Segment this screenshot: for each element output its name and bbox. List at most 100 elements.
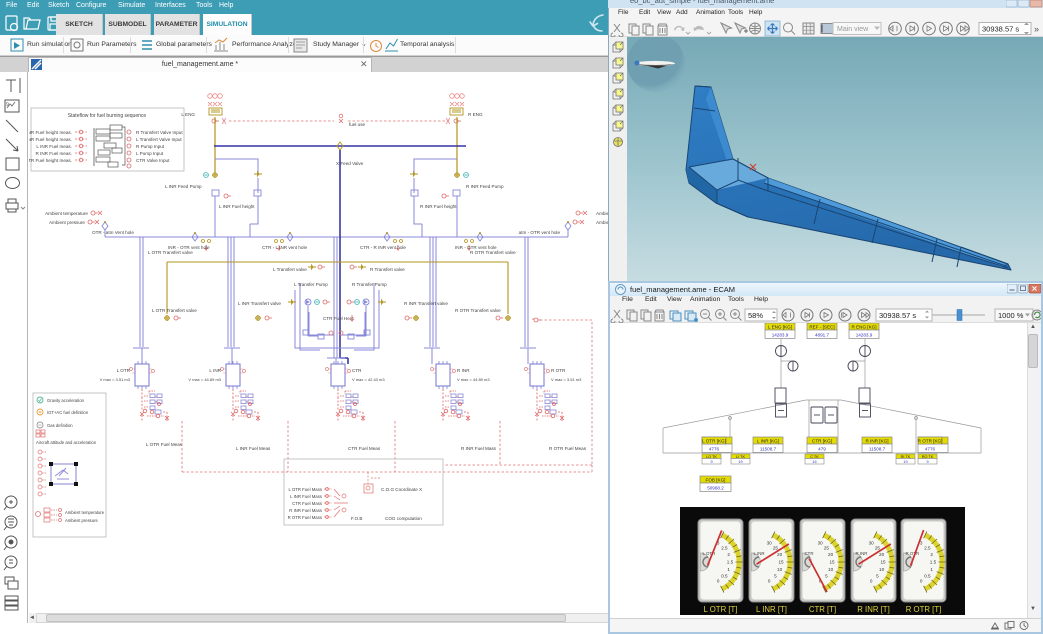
svg-text:9: 9 (926, 460, 928, 464)
svg-text:R INR Fuel height: R INR Fuel height (420, 204, 457, 209)
svg-text:30938.57 s: 30938.57 s (982, 25, 1019, 34)
svg-text:15: 15 (778, 560, 784, 565)
svg-text:CTR: CTR (352, 368, 362, 373)
svg-text:L INR [T]: L INR [T] (756, 605, 787, 614)
svg-text:Ambient pressure: Ambient pressure (49, 220, 85, 225)
svg-text:Main view: Main view (837, 26, 869, 33)
svg-text:11508.7: 11508.7 (869, 447, 886, 452)
svg-text:0.5: 0.5 (721, 574, 728, 579)
svg-text:R OTR Transfert valve: R OTR Transfert valve (455, 308, 501, 313)
svg-text:R INR: R INR (457, 368, 470, 373)
svg-text:10: 10 (777, 567, 783, 572)
svg-text:LO TK: LO TK (706, 455, 717, 459)
svg-text:R OTR Fuel Meas: R OTR Fuel Meas (549, 446, 587, 451)
svg-text:L INR Fuel Meas: L INR Fuel Meas (236, 446, 271, 451)
svg-text:L Transfert valve: L Transfert valve (273, 267, 307, 272)
svg-text:10: 10 (879, 567, 885, 572)
svg-text:RO TK: RO TK (922, 455, 934, 459)
svg-text:C.O.G Coordinate X: C.O.G Coordinate X (381, 487, 422, 492)
svg-text:11508.7: 11508.7 (760, 447, 777, 452)
svg-text:V max = 44.89 m3: V max = 44.89 m3 (188, 377, 221, 382)
svg-text:4776: 4776 (925, 447, 936, 452)
svg-text:L Transfer Pump: L Transfer Pump (294, 282, 328, 287)
svg-text:25: 25 (773, 545, 779, 550)
svg-text:FOB [KG]: FOB [KG] (706, 478, 726, 483)
svg-text:L INR Fuel meas.: L INR Fuel meas. (36, 144, 72, 149)
svg-text:16: 16 (812, 460, 816, 464)
svg-text:50968.2: 50968.2 (707, 486, 724, 491)
svg-text:C TK: C TK (810, 455, 819, 459)
svg-text:V max = 42.43 m3: V max = 42.43 m3 (352, 377, 385, 382)
svg-text:0: 0 (717, 578, 720, 583)
svg-text:Ambient temperature: Ambient temperature (65, 510, 105, 515)
svg-text:R INR Fuel height meas.: R INR Fuel height meas. (29, 137, 72, 142)
svg-text:R ENG: R ENG (468, 112, 483, 117)
svg-text:Ambient pressure: Ambient pressure (65, 518, 98, 523)
svg-text:R INR [KG]: R INR [KG] (866, 439, 889, 444)
svg-text:R Transfer Pump: R Transfer Pump (352, 282, 387, 287)
svg-text:4776: 4776 (709, 447, 720, 452)
svg-text:R OTR: R OTR (906, 551, 920, 556)
svg-text:479: 479 (818, 447, 826, 452)
svg-text:1: 1 (930, 567, 933, 572)
svg-text:CTR [KG]: CTR [KG] (812, 439, 832, 444)
svg-text:1.5: 1.5 (930, 560, 937, 565)
svg-text:REF - [SEC]: REF - [SEC] (809, 325, 834, 330)
svg-text:R INR Fuel Mass: R INR Fuel Mass (461, 446, 497, 451)
svg-text:L OTR Fuel Mass: L OTR Fuel Mass (288, 487, 322, 492)
svg-text:R OTR: R OTR (551, 368, 566, 373)
svg-text:CTR - R INR vent hole: CTR - R INR vent hole (360, 245, 406, 250)
svg-text:R Transfert Valve Input: R Transfert Valve Input (136, 130, 183, 135)
svg-text:R INR Transfert valve: R INR Transfert valve (404, 301, 448, 306)
svg-text:R INR Feed Pump: R INR Feed Pump (466, 184, 504, 189)
svg-text:30: 30 (767, 541, 773, 546)
svg-text:L INR Feed Pump: L INR Feed Pump (165, 184, 202, 189)
svg-text:Stateflow for fuel burning seq: Stateflow for fuel burning sequence (68, 113, 147, 119)
svg-text:CTR Fuel Meas: CTR Fuel Meas (348, 446, 381, 451)
svg-text:Aircraft attitude and accelera: Aircraft attitude and acceleration (36, 440, 97, 445)
svg-text:1000 %: 1000 % (998, 311, 1024, 320)
svg-text:30: 30 (869, 541, 875, 546)
svg-text:R Pump Input: R Pump Input (136, 144, 165, 149)
svg-text:2: 2 (930, 552, 933, 557)
svg-text:2: 2 (727, 552, 730, 557)
svg-text:5: 5 (876, 574, 879, 579)
svg-text:Gravity acceleration: Gravity acceleration (47, 398, 85, 403)
svg-text:R INR Fuel Mass: R INR Fuel Mass (289, 508, 322, 513)
svg-text:OTR - atm Vent hole: OTR - atm Vent hole (92, 230, 134, 235)
svg-text:0: 0 (920, 578, 923, 583)
svg-text:F.O.B: F.O.B (351, 516, 363, 521)
svg-text:15: 15 (880, 560, 886, 565)
svg-text:»: » (1034, 24, 1039, 34)
svg-text:5: 5 (774, 574, 777, 579)
svg-text:COG computation: COG computation (385, 516, 422, 521)
svg-text:30938.57 s: 30938.57 s (879, 311, 916, 320)
svg-text:19: 19 (738, 460, 742, 464)
svg-text:0.5: 0.5 (924, 574, 931, 579)
svg-text:0: 0 (768, 578, 771, 583)
svg-text:L INR Fuel height: L INR Fuel height (219, 204, 255, 209)
svg-text:20: 20 (777, 552, 783, 557)
svg-text:CTR Fuel Heat: CTR Fuel Heat (323, 316, 354, 321)
svg-text:CTR Fuel height meas.: CTR Fuel height meas. (29, 158, 72, 163)
svg-text:Ambient temperature: Ambient temperature (45, 211, 88, 216)
svg-text:L INR: L INR (754, 551, 765, 556)
svg-text:L OTR [T]: L OTR [T] (704, 605, 738, 614)
svg-text:25: 25 (824, 545, 830, 550)
svg-text:L INR Fuel height meas.: L INR Fuel height meas. (29, 130, 72, 135)
svg-text:L OTR Transfert valve: L OTR Transfert valve (152, 308, 197, 313)
svg-text:1.5: 1.5 (727, 560, 734, 565)
svg-text:L INR Transfert valve: L INR Transfert valve (238, 301, 281, 306)
svg-text:R INR: R INR (856, 551, 868, 556)
svg-text:atm - OTR vent hole: atm - OTR vent hole (519, 230, 561, 235)
svg-text:CTR - L INR vent hole: CTR - L INR vent hole (262, 245, 307, 250)
svg-text:L OTR Transfert valve: L OTR Transfert valve (148, 250, 193, 255)
svg-text:L ENG: L ENG (181, 112, 195, 117)
svg-text:2.5: 2.5 (721, 545, 728, 550)
svg-text:CTR: CTR (805, 551, 814, 556)
svg-text:58%: 58% (748, 311, 763, 320)
svg-text:V max = 44.89 m3: V max = 44.89 m3 (457, 377, 490, 382)
svg-text:L Pump Input: L Pump Input (136, 151, 164, 156)
svg-text:R Transfert valve: R Transfert valve (370, 267, 405, 272)
svg-text:L OTR Fuel Meas: L OTR Fuel Meas (146, 442, 183, 447)
